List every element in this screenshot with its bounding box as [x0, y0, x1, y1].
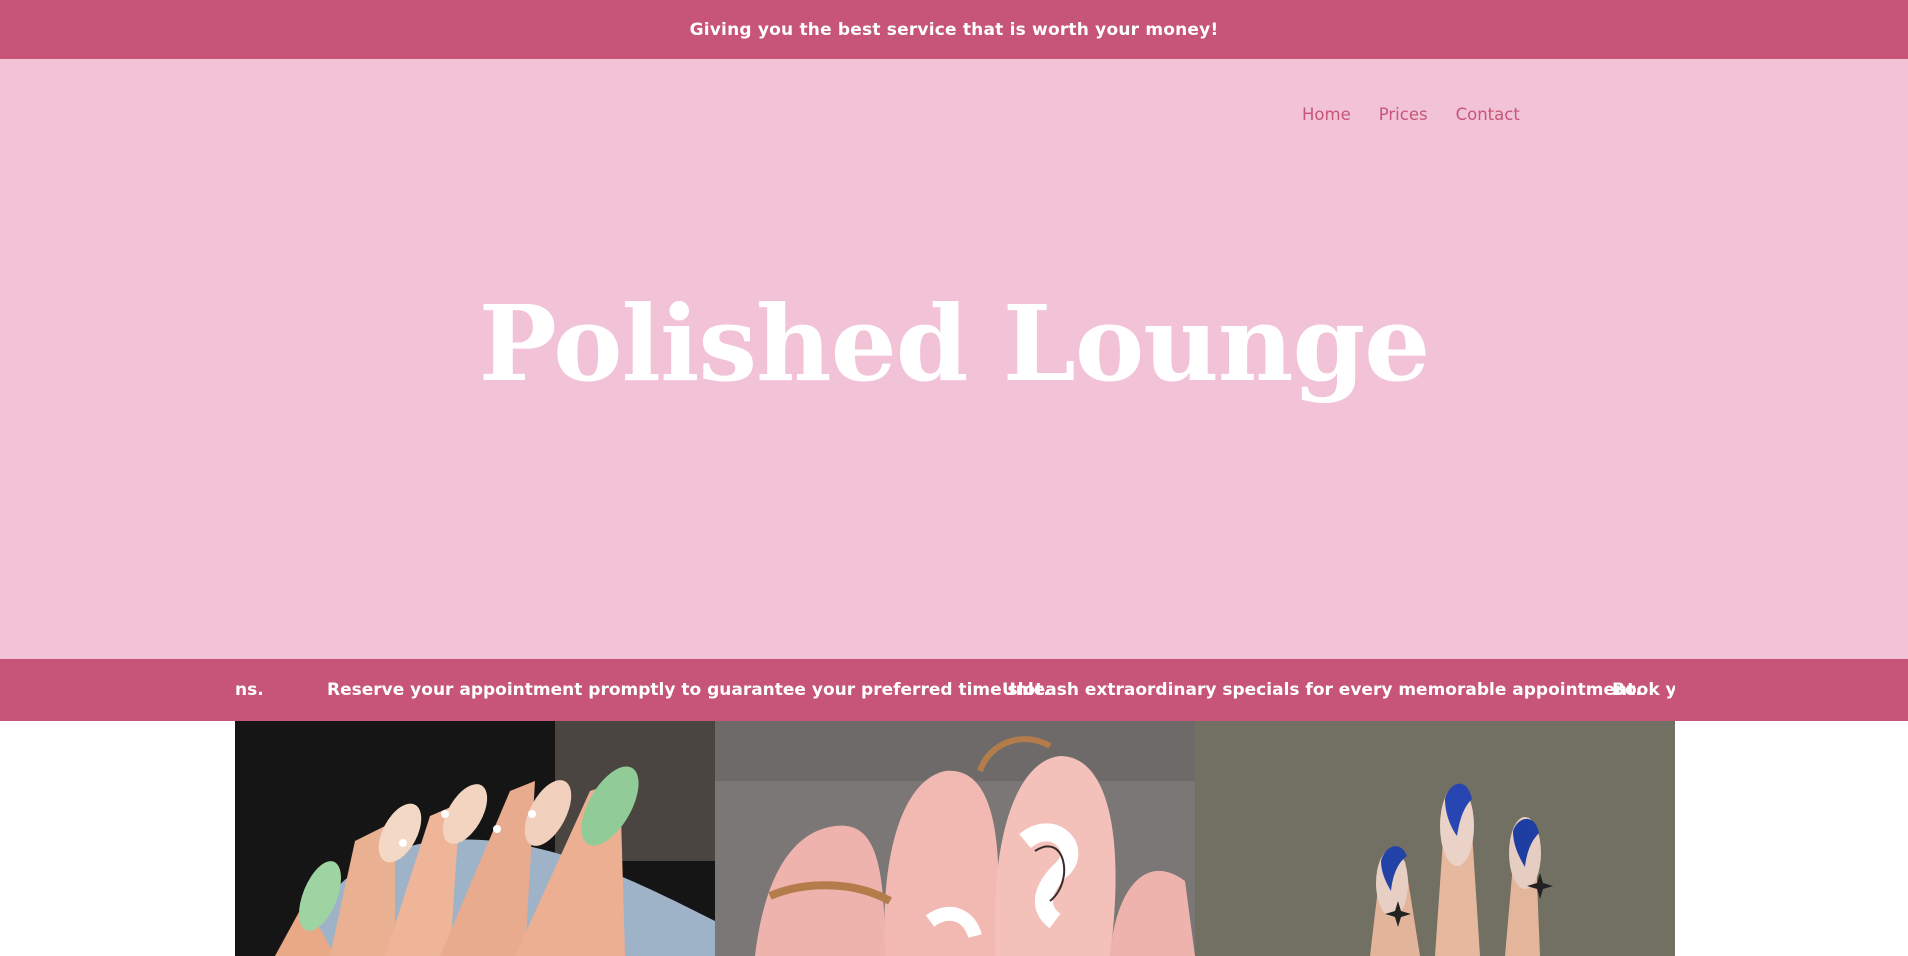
gallery — [235, 721, 1675, 956]
promo-ticker: ns. Reserve your appointment promptly to… — [0, 659, 1908, 721]
nav-contact[interactable]: Contact — [1456, 105, 1520, 124]
announcement-bar: Giving you the best service that is wort… — [0, 0, 1908, 59]
pink-swirl-nails-photo — [715, 721, 1195, 956]
announcement-text: Giving you the best service that is wort… — [689, 19, 1219, 40]
gallery-image-3 — [1195, 721, 1675, 956]
nav-prices[interactable]: Prices — [1379, 105, 1428, 124]
ticker-item: Unleash extraordinary specials for every… — [1002, 680, 1642, 700]
main-nav: Home Prices Contact — [1302, 105, 1520, 124]
gallery-image-2 — [715, 721, 1195, 956]
green-floral-nails-photo — [235, 721, 715, 956]
ticker-item: ns. — [235, 680, 264, 700]
hero-section: Home Prices Contact Polished Lounge — [0, 59, 1908, 659]
nav-home[interactable]: Home — [1302, 105, 1351, 124]
hero-title: Polished Lounge — [478, 282, 1431, 405]
ticker-item: Reserve your appointment promptly to gua… — [327, 680, 1050, 700]
ticker-item: Book yo — [1612, 680, 1675, 700]
blue-tip-nails-photo — [1195, 721, 1675, 956]
ticker-track: ns. Reserve your appointment promptly to… — [235, 659, 1675, 721]
gallery-image-1 — [235, 721, 715, 956]
